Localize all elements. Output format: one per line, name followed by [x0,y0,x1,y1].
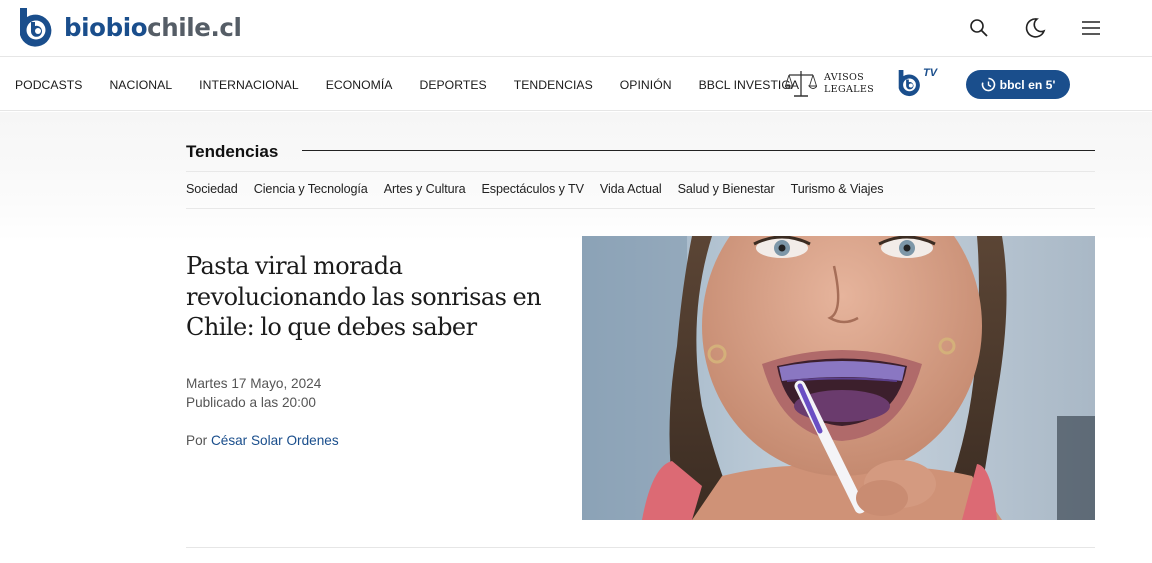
nav-item-nacional[interactable]: NACIONAL [109,78,172,92]
avisos-label-line1: AVISOS [824,72,864,83]
scales-icon [785,71,817,97]
subnav-item-ciencia-tecnologia[interactable]: Ciencia y Tecnología [254,182,368,196]
menu-icon[interactable] [1078,14,1104,42]
biobio-tv-icon [898,70,920,97]
article-divider [186,547,1095,548]
nav-item-internacional[interactable]: INTERNACIONAL [199,78,299,92]
section-divider [302,150,1095,151]
site-header: biobiochile.cl [0,0,1152,57]
subnav-item-turismo-viajes[interactable]: Turismo & Viajes [791,182,884,196]
tv-label: TV [923,67,938,79]
clock-icon [981,77,995,92]
bbcl-en-5-button[interactable]: bbcl en 5' [966,70,1070,99]
subnav-divider-bottom [186,208,1095,209]
site-logo-text: biobiochile.cl [64,12,242,42]
woman-brushing-teeth-image [582,236,1095,520]
section-subnav: Sociedad Ciencia y Tecnología Artes y Cu… [186,182,899,196]
search-icon[interactable] [966,14,992,42]
subnav-divider-top [186,171,1095,172]
nav-item-economia[interactable]: ECONOMÍA [326,78,393,92]
article-meta: Martes 17 Mayo, 2024 Publicado a las 20:… [186,374,321,412]
main-nav: PODCASTS NACIONAL INTERNACIONAL ECONOMÍA… [0,58,1152,111]
biobio-tv-link[interactable]: TV [896,67,944,99]
nav-item-deportes[interactable]: DEPORTES [419,78,486,92]
article-hero-image[interactable] [582,236,1095,520]
avisos-label-line2: LEGALES [824,84,875,95]
subnav-item-espectaculos-tv[interactable]: Espectáculos y TV [482,182,584,196]
article-headline[interactable]: Pasta viral morada revolucionando las so… [186,251,556,343]
moon-icon[interactable] [1022,14,1048,42]
section-title[interactable]: Tendencias [186,142,278,162]
main-content: Tendencias Sociedad Ciencia y Tecnología… [0,112,1152,563]
subnav-item-artes-cultura[interactable]: Artes y Cultura [384,182,466,196]
avisos-legales-link[interactable]: AVISOS LEGALES [785,69,874,99]
author-link[interactable]: César Solar Ordenes [211,433,339,448]
nav-item-tendencias[interactable]: TENDENCIAS [514,78,593,92]
byline-prefix: Por [186,433,208,448]
nav-item-opinion[interactable]: OPINIÓN [620,78,672,92]
nav-item-podcasts[interactable]: PODCASTS [15,78,82,92]
subnav-item-vida-actual[interactable]: Vida Actual [600,182,662,196]
subnav-item-salud-bienestar[interactable]: Salud y Bienestar [678,182,775,196]
article-published-time: Publicado a las 20:00 [186,395,316,410]
subnav-item-sociedad[interactable]: Sociedad [186,182,238,196]
biobio-logo-icon [20,8,52,47]
bbcl-en-5-label: bbcl en 5' [999,77,1056,92]
article-byline: Por César Solar Ordenes [186,433,339,448]
article-date: Martes 17 Mayo, 2024 [186,376,322,391]
site-logo[interactable]: biobiochile.cl [16,7,242,49]
